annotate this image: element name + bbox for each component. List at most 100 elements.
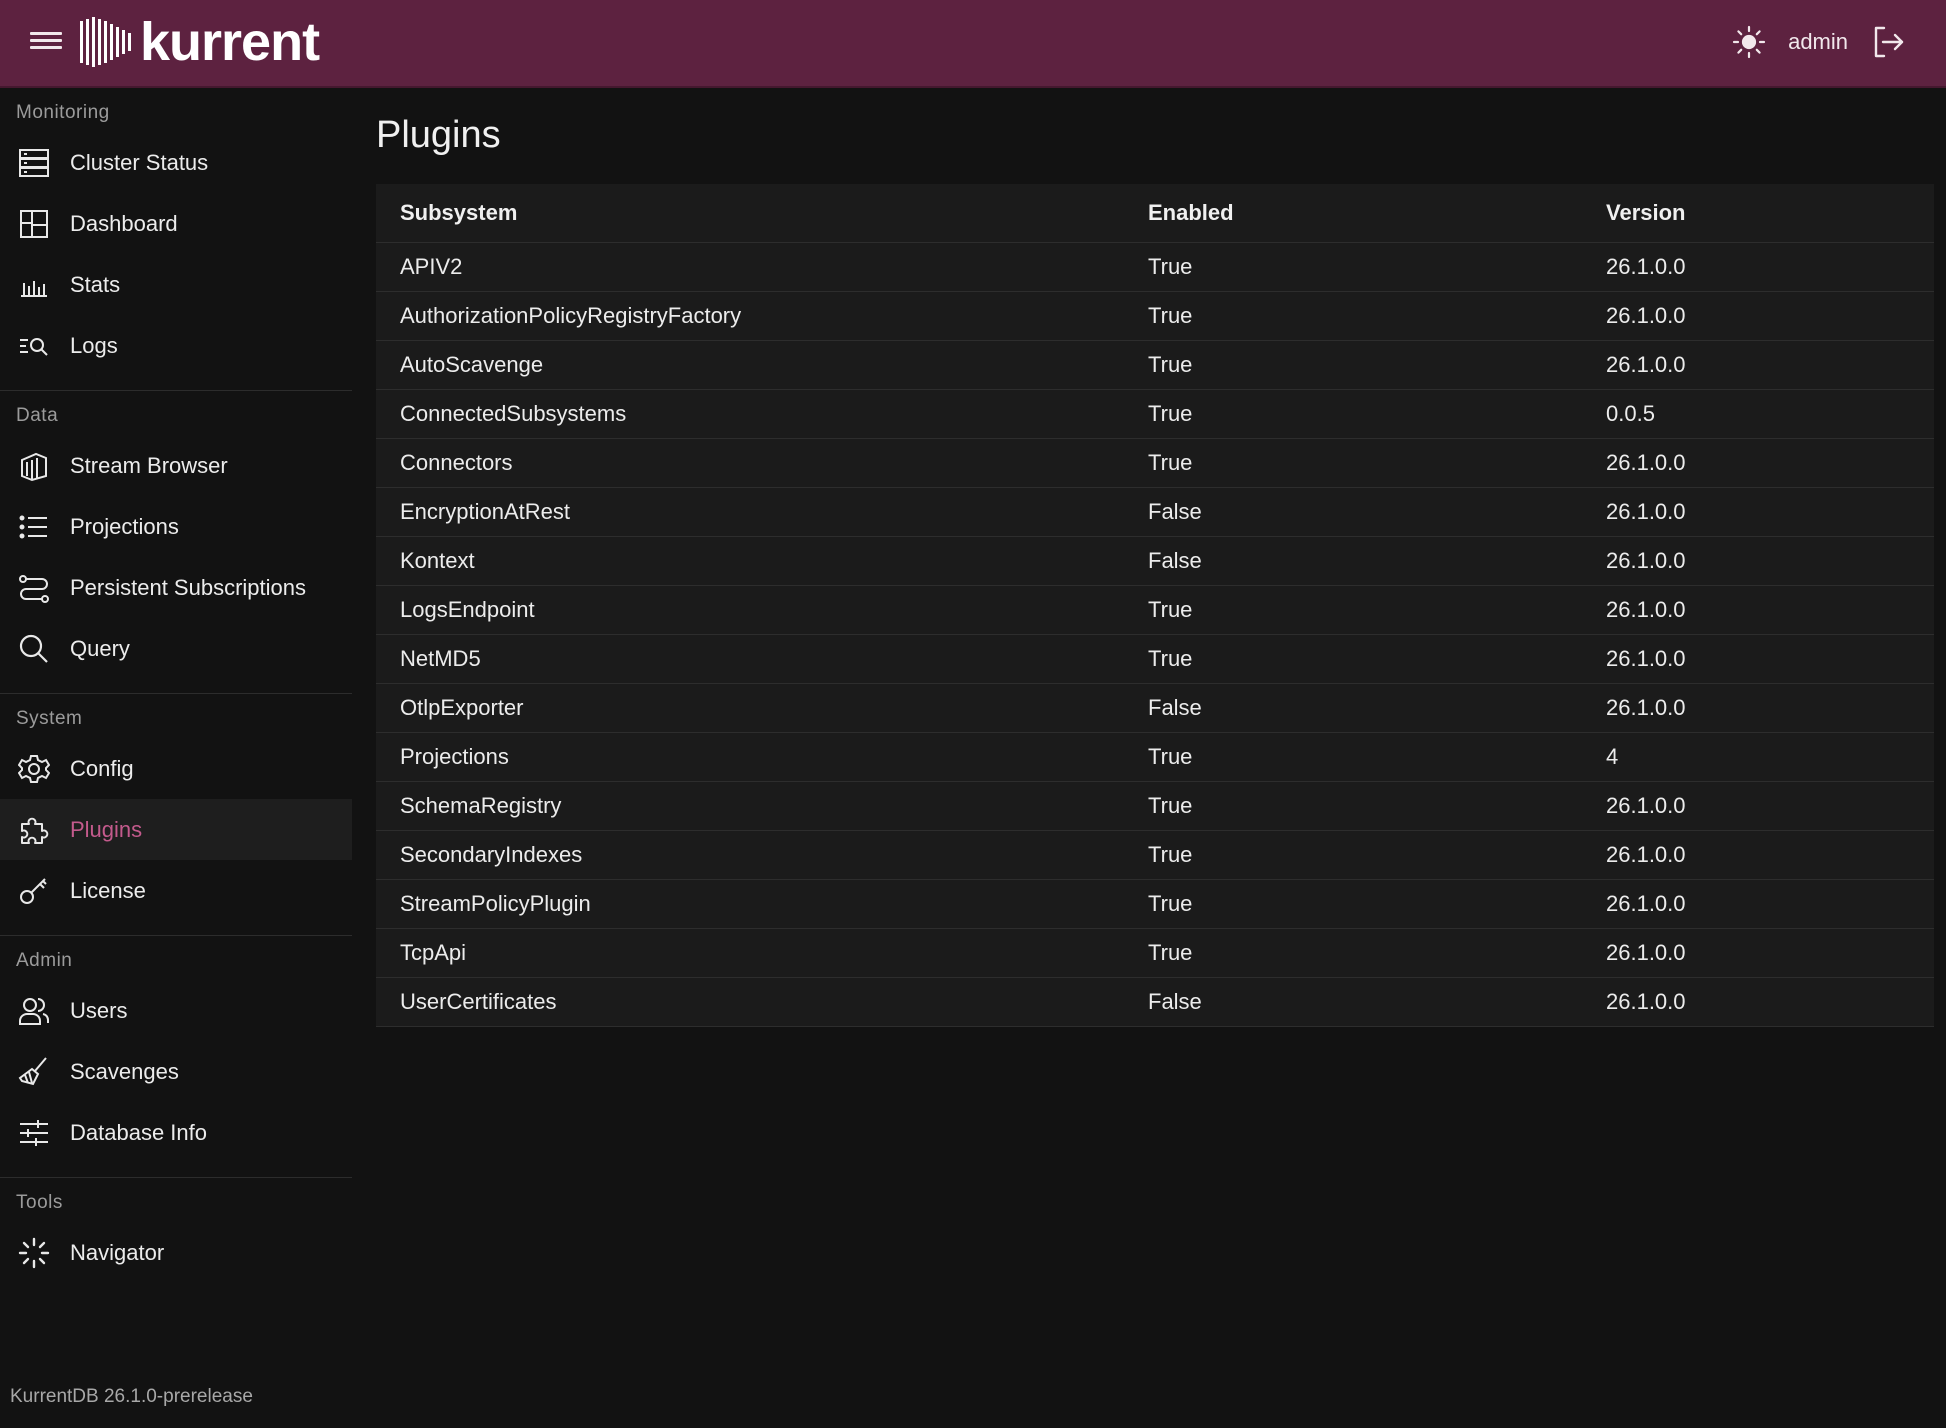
sidebar-item-stream-browser[interactable]: Stream Browser [0, 435, 352, 496]
cell-subsystem: EncryptionAtRest [376, 487, 1124, 537]
cell-enabled: True [1124, 438, 1582, 488]
sidebar-item-label: Query [70, 635, 130, 661]
cell-enabled: False [1124, 977, 1582, 1027]
section-title: Admin [16, 950, 73, 971]
cell-subsystem: APIV2 [376, 242, 1124, 292]
cell-version: 26.1.0.0 [1582, 781, 1934, 831]
cell-subsystem: ConnectedSubsystems [376, 389, 1124, 439]
table-row: Connectors True 26.1.0.0 [376, 438, 1934, 488]
cell-version: 26.1.0.0 [1582, 487, 1934, 537]
logout-icon[interactable] [1870, 24, 1906, 60]
table-row: APIV2 True 26.1.0.0 [376, 242, 1934, 292]
cell-version: 26.1.0.0 [1582, 879, 1934, 929]
cell-subsystem: LogsEndpoint [376, 585, 1124, 635]
hamburger-menu-icon[interactable] [30, 28, 62, 56]
key-icon [16, 873, 52, 909]
cell-enabled: False [1124, 487, 1582, 537]
sidebar-item-label: Logs [70, 332, 118, 358]
sliders-icon [16, 1115, 52, 1151]
sidebar-item-persistent-subscriptions[interactable]: Persistent Subscriptions [0, 557, 352, 618]
cell-enabled: True [1124, 879, 1582, 929]
cell-enabled: True [1124, 928, 1582, 978]
cell-subsystem: StreamPolicyPlugin [376, 879, 1124, 929]
column-header-version: Version [1582, 184, 1934, 243]
page-title: Plugins [376, 114, 501, 156]
sidebar: Monitoring Cluster Status Dashboard Stat… [0, 88, 352, 1428]
version-footer: KurrentDB 26.1.0-prerelease [10, 1386, 253, 1407]
sidebar-item-label: Plugins [70, 816, 143, 842]
cell-enabled: True [1124, 830, 1582, 880]
table-row: EncryptionAtRest False 26.1.0.0 [376, 487, 1934, 537]
table-row: ConnectedSubsystems True 0.0.5 [376, 389, 1934, 439]
cell-version: 26.1.0.0 [1582, 928, 1934, 978]
sidebar-item-license[interactable]: License [0, 860, 352, 921]
brand-name: kurrent [140, 12, 320, 72]
broom-icon [16, 1054, 52, 1090]
column-header-enabled: Enabled [1124, 184, 1582, 243]
sidebar-item-stats[interactable]: Stats [0, 254, 352, 315]
server-icon [16, 145, 52, 181]
table-row: UserCertificates False 26.1.0.0 [376, 977, 1934, 1027]
sidebar-item-label: Persistent Subscriptions [70, 574, 306, 600]
cell-enabled: True [1124, 732, 1582, 782]
cell-subsystem: TcpApi [376, 928, 1124, 978]
sun-icon[interactable] [1732, 25, 1766, 59]
sidebar-item-label: Config [70, 755, 134, 781]
sidebar-item-label: Projections [70, 513, 179, 539]
sidebar-item-label: Stream Browser [70, 452, 228, 478]
sidebar-item-projections[interactable]: Projections [0, 496, 352, 557]
sidebar-item-label: Stats [70, 271, 121, 297]
table-row: TcpApi True 26.1.0.0 [376, 928, 1934, 978]
sidebar-item-logs[interactable]: Logs [0, 315, 352, 376]
table-row: StreamPolicyPlugin True 26.1.0.0 [376, 879, 1934, 929]
cell-enabled: False [1124, 683, 1582, 733]
cell-enabled: True [1124, 291, 1582, 341]
nav-section-data: Data Stream Browser Projections Persiste… [0, 391, 352, 694]
cell-version: 26.1.0.0 [1582, 634, 1934, 684]
navigator-icon [16, 1235, 52, 1271]
sidebar-item-config[interactable]: Config [0, 738, 352, 799]
sidebar-item-cluster-status[interactable]: Cluster Status [0, 132, 352, 193]
table-row: SchemaRegistry True 26.1.0.0 [376, 781, 1934, 831]
cell-version: 26.1.0.0 [1582, 830, 1934, 880]
sidebar-item-dashboard[interactable]: Dashboard [0, 193, 352, 254]
route-icon [16, 570, 52, 606]
nav-section-system: System Config Plugins License [0, 694, 352, 936]
kurrent-logo[interactable]: kurrent [80, 12, 320, 72]
sidebar-item-label: License [70, 877, 146, 903]
section-title: Monitoring [16, 102, 110, 123]
nav-section-monitoring: Monitoring Cluster Status Dashboard Stat… [0, 88, 352, 391]
cell-version: 26.1.0.0 [1582, 977, 1934, 1027]
table-body: APIV2 True 26.1.0.0 AuthorizationPolicyRegi… [376, 242, 1934, 1027]
gear-icon [16, 751, 52, 787]
cell-version: 26.1.0.0 [1582, 242, 1934, 292]
cell-subsystem: SchemaRegistry [376, 781, 1124, 831]
plugins-table: Subsystem Enabled Version APIV2 True 26.1.… [376, 184, 1934, 1027]
sidebar-item-plugins[interactable]: Plugins [0, 799, 352, 860]
sidebar-item-label: Scavenges [70, 1058, 179, 1084]
column-header-subsystem: Subsystem [376, 184, 1124, 243]
cell-version: 26.1.0.0 [1582, 291, 1934, 341]
sidebar-item-label: Dashboard [70, 210, 178, 236]
sidebar-item-label: Users [70, 997, 128, 1023]
sidebar-item-query[interactable]: Query [0, 618, 352, 679]
users-icon [16, 993, 52, 1029]
sidebar-item-scavenges[interactable]: Scavenges [0, 1041, 352, 1102]
sidebar-item-database-info[interactable]: Database Info [0, 1102, 352, 1163]
cell-subsystem: NetMD5 [376, 634, 1124, 684]
puzzle-icon [16, 812, 52, 848]
cell-enabled: True [1124, 781, 1582, 831]
section-title: Tools [16, 1192, 63, 1213]
nav-section-tools: Tools Navigator [0, 1178, 352, 1297]
username-label[interactable]: admin [1788, 29, 1848, 55]
dashboard-icon [16, 206, 52, 242]
cell-version: 26.1.0.0 [1582, 438, 1934, 488]
sidebar-item-users[interactable]: Users [0, 980, 352, 1041]
cell-subsystem: UserCertificates [376, 977, 1124, 1027]
cell-subsystem: AutoScavenge [376, 340, 1124, 390]
table-row: Kontext False 26.1.0.0 [376, 536, 1934, 586]
sidebar-item-navigator[interactable]: Navigator [0, 1222, 352, 1283]
cell-subsystem: OtlpExporter [376, 683, 1124, 733]
logo-bars-icon [80, 17, 131, 67]
search-icon [16, 631, 52, 667]
